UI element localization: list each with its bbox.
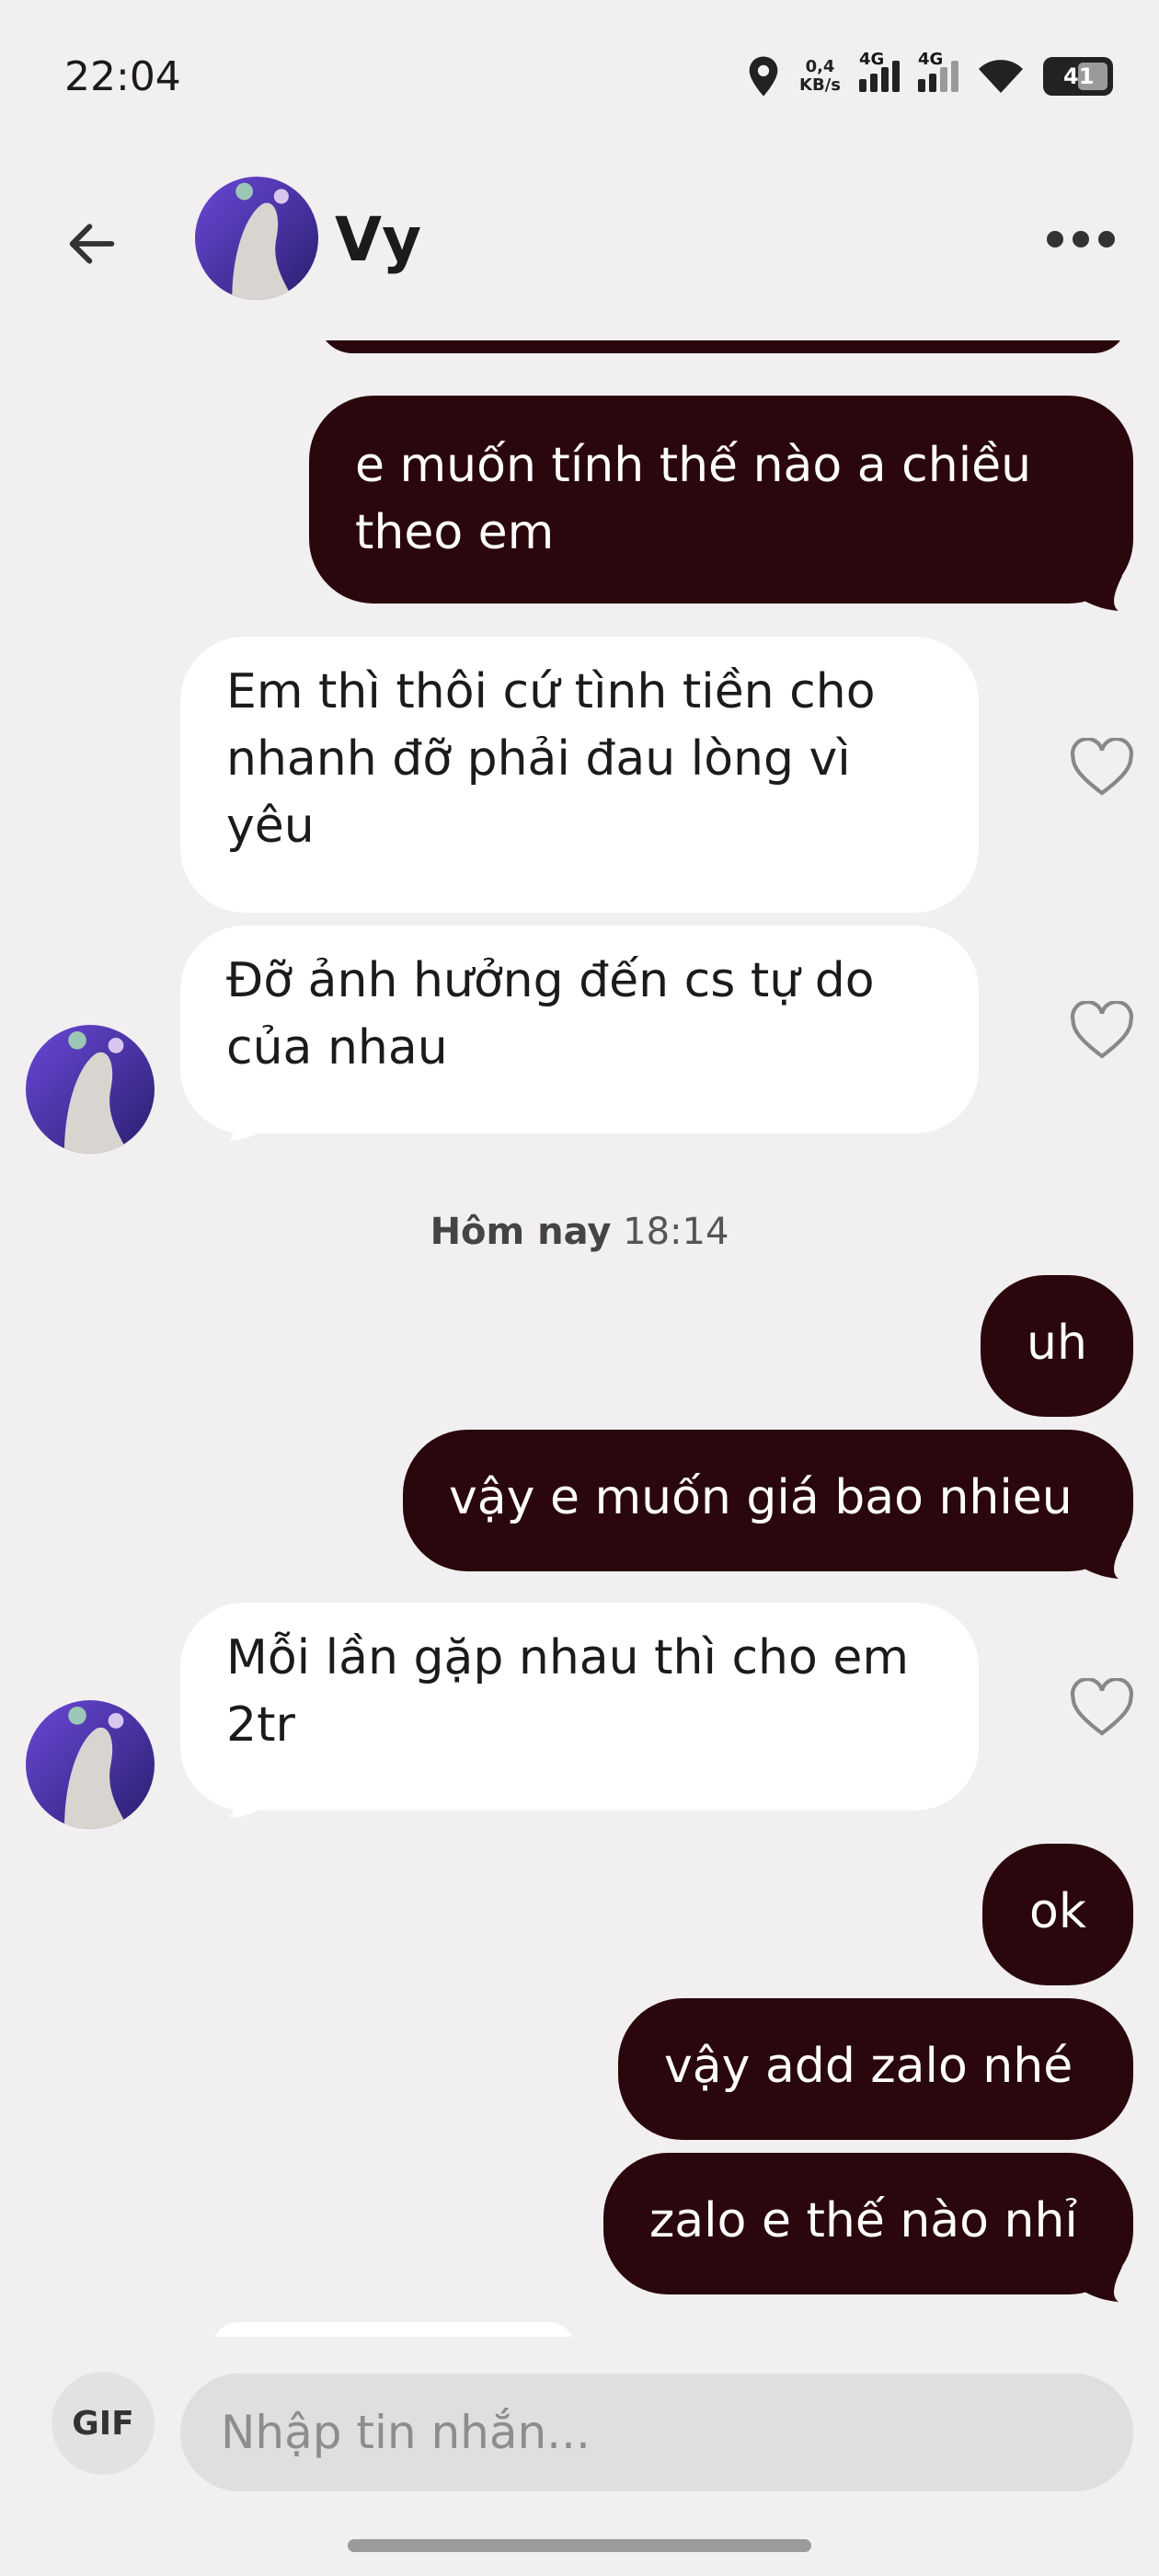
bubble-tail [226,1106,281,1141]
dot-icon [1073,231,1089,247]
battery-icon: 41 [1043,57,1113,96]
message-text: vậy e muốn giá bao nhieu [449,1470,1073,1525]
bubble-tail [1067,576,1122,611]
bubble-tail [226,1783,281,1818]
date-separator-time: 18:14 [623,1211,729,1253]
bubble-tail [1067,1544,1122,1579]
message-text: uh [1027,1316,1087,1371]
message-text: ok [1029,1884,1086,1939]
message-text: zalo e thế nào nhỉ [649,2193,1078,2248]
battery-level: 41 [1063,63,1095,89]
message-bubble-incoming[interactable]: Mỗi lần gặp nhau thì cho em 2tr [180,1603,979,1811]
network-type-1: 4G [859,50,885,69]
arrow-left-icon [69,224,115,264]
heart-icon[interactable] [1069,1001,1135,1062]
message-input[interactable] [180,2374,1133,2491]
signal-icon-2: 4G [918,50,958,92]
heart-icon[interactable] [1069,1678,1135,1739]
speed-unit: KB/s [799,75,841,95]
chat-header: Vy [0,156,1159,340]
message-bubble-outgoing[interactable]: uh [981,1275,1133,1417]
message-text: vậy add zalo nhé [664,2039,1073,2094]
message-bubble-partial [212,2322,576,2337]
message-text: Em thì thôi cứ tình tiền cho nhanh đỡ ph… [226,664,876,854]
location-icon [749,56,778,97]
dot-icon [1098,231,1115,247]
message-bubble-outgoing[interactable]: ok [982,1844,1133,1985]
message-bubble-incoming[interactable]: Em thì thôi cứ tình tiền cho nhanh đỡ ph… [180,637,979,913]
message-text: Đỡ ảnh hưởng đến cs tự do của nhau [226,953,875,1075]
network-type-2: 4G [918,50,944,69]
speed-value: 0,4 [805,57,835,76]
dot-icon [1047,231,1063,247]
back-button[interactable] [55,207,129,281]
message-bubble-outgoing[interactable]: zalo e thế nào nhỉ [603,2153,1133,2294]
home-indicator[interactable] [348,2539,811,2552]
message-composer: GIF [0,2337,1159,2521]
sender-avatar[interactable] [26,1700,155,1829]
message-bubble-partial [318,340,1128,353]
message-bubble-incoming[interactable]: Đỡ ảnh hưởng đến cs tự do của nhau [180,926,979,1133]
message-text: e muốn tính thế nào a chiều theo em [355,438,1032,560]
more-options-button[interactable] [1039,212,1122,267]
contact-name[interactable]: Vy [335,204,421,275]
sender-avatar[interactable] [26,1025,155,1154]
message-text: Mỗi lần gặp nhau thì cho em 2tr [226,1630,909,1753]
gif-button[interactable]: GIF [52,2372,155,2475]
status-icons: 0,4 KB/s 4G 4G 41 [746,50,1113,99]
status-time: 22:04 [64,53,181,100]
message-list[interactable]: e muốn tính thế nào a chiều theo em Em t… [0,340,1159,2337]
network-speed: 0,4 KB/s [799,58,841,95]
message-bubble-outgoing[interactable]: vậy add zalo nhé [618,1998,1133,2140]
status-bar: 22:04 0,4 KB/s 4G 4G 41 [0,0,1159,156]
date-separator: Hôm nay 18:14 [0,1211,1159,1253]
date-separator-day: Hôm nay [430,1211,612,1253]
message-bubble-outgoing[interactable]: vậy e muốn giá bao nhieu [403,1430,1133,1571]
message-bubble-outgoing[interactable]: e muốn tính thế nào a chiều theo em [309,396,1133,604]
heart-icon[interactable] [1069,738,1135,799]
wifi-icon [979,60,1023,93]
bubble-tail [1067,2267,1122,2302]
signal-icon: 4G [859,50,900,92]
contact-avatar[interactable] [195,177,318,300]
